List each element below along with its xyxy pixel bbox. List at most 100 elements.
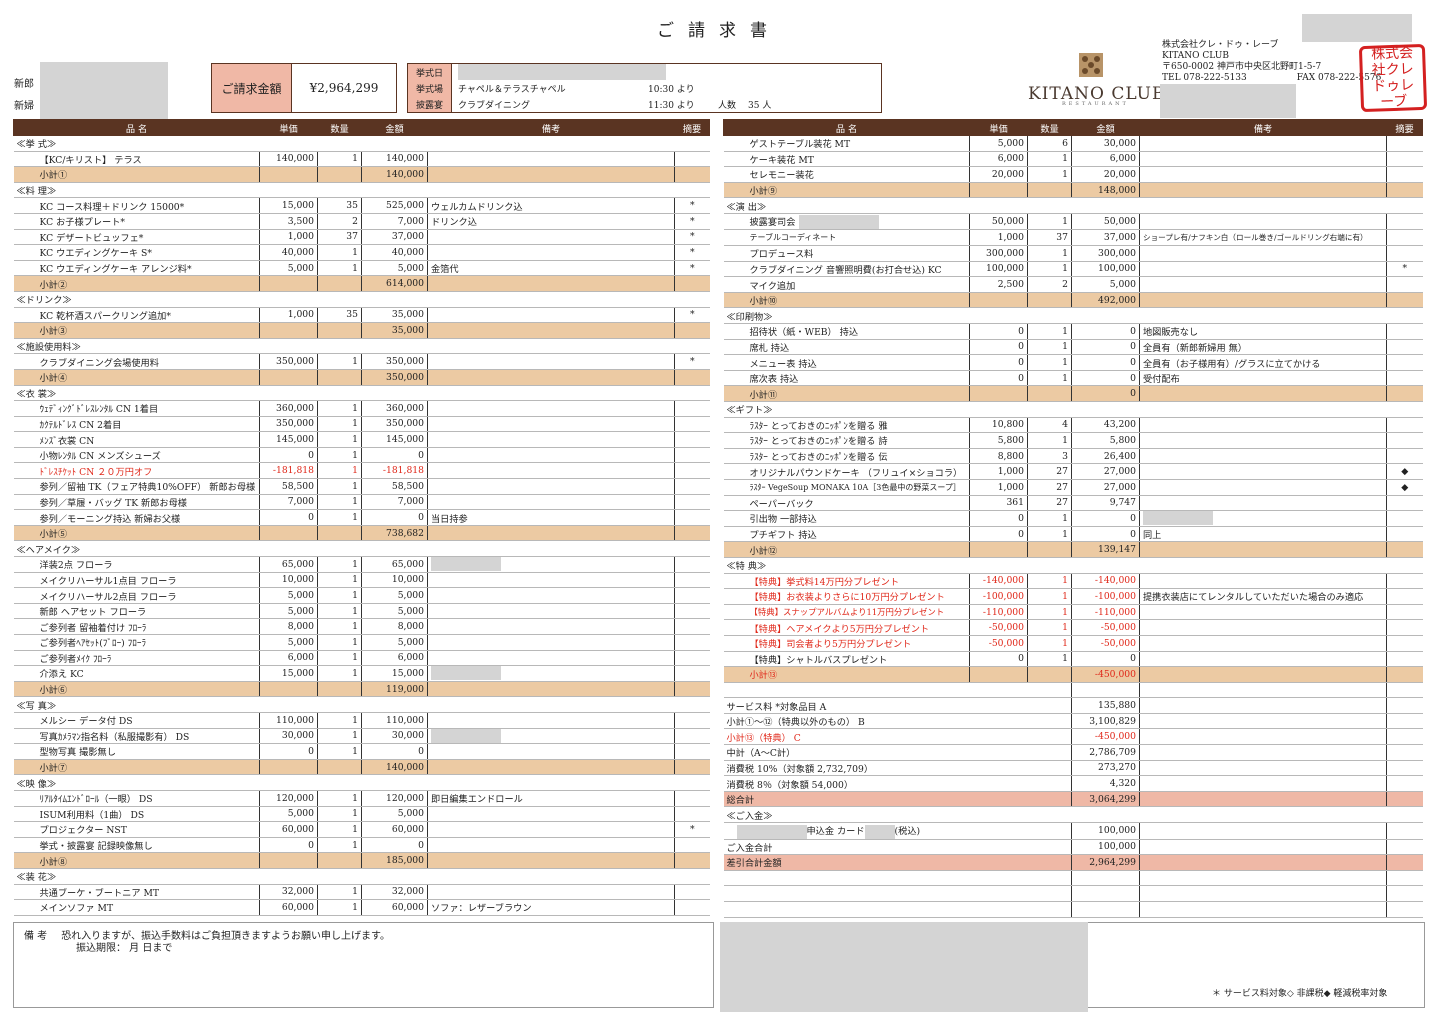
quantity [317,852,362,869]
item-name: メルシー データ付 DS [13,712,260,729]
mark [1386,151,1423,168]
table-row: 共通ブーケ・ブートニア MT 32,000 1 32,000 [13,884,710,901]
amount: 350,000 [361,353,428,370]
table-row: ﾗｽﾀｰ とっておきのﾆｯﾎﾟﾝを贈る 雅 10,800 4 43,200 [723,417,1423,434]
note [427,743,675,760]
mark: * [674,197,710,214]
summary-label: 消費税 8％（対象額 54,000） [723,775,1072,792]
amount: 7,000 [361,494,428,511]
staff-redaction [1160,84,1296,118]
quantity: 1 [1027,604,1072,621]
blank-cell [1071,870,1140,887]
amount: 7,000 [361,213,428,230]
mark: * [674,307,710,324]
col-note: 備考 [1139,119,1387,136]
quantity: 1 [317,462,362,480]
mark [674,852,710,869]
quantity: 1 [317,556,362,573]
note [427,728,675,745]
amount: 6,000 [1071,151,1140,168]
table-row: 型物写真 撮影無し 0 1 0 [13,743,710,760]
unit-price: 8,000 [259,618,318,635]
section-title: ≪衣 裳≫ [13,385,710,402]
quantity: 1 [1027,573,1072,590]
unit-price: 5,000 [259,260,318,277]
unit-price: 15,000 [259,665,318,682]
subtotal-label: 小計① [13,166,260,183]
note [427,166,675,183]
unit-price: 5,000 [259,634,318,651]
quantity: 1 [1027,370,1072,387]
item-name-text: 招待状（紙・WEB） 持込 [749,327,859,339]
total-row: 差引合計金額 2,964,299 [723,854,1423,871]
unit-price: -181,818 [259,462,318,480]
item-name-text: 挙式・披露宴 記録映像無し [39,841,153,853]
item-name: 【特典】シャトルバスプレゼント [723,651,970,668]
note [427,650,675,667]
amount: 6,000 [361,650,428,667]
unit-price: 6,000 [259,650,318,667]
note-cell [1139,775,1387,792]
amount: 5,000 [361,634,428,651]
unit-price: 100,000 [969,261,1028,278]
amount-value: ¥2,964,299 [309,81,379,95]
subtotal-row: 小計③ 35,000 [13,322,710,339]
event-box: 挙式日 挙式場 チャペル＆テラスチャペル 10:30 より 披露宴 クラブダイニ… [407,63,882,113]
item-name: 席次表 持込 [723,370,970,387]
table-header: 品 名 単価 数量 金額 備考 摘要 [723,119,1423,136]
item-name: 写真ｶﾒﾗﾏﾝ指名料（私服撮影有） DS [13,728,260,745]
mark [1386,635,1423,652]
note [1139,604,1387,621]
amount: 0 [1071,323,1140,340]
blank-cell [1139,870,1387,887]
amount: 139,147 [1071,541,1140,558]
mark: * [674,244,710,261]
quantity [317,759,362,776]
mark-cell [1386,713,1423,730]
mark [1386,245,1423,262]
item-name-text: メルシー データ付 DS [39,716,133,728]
mark-cell [1386,697,1423,714]
amount: 5,000 [361,587,428,604]
item-name: 【特典】ヘアメイクより5万円分プレゼント [723,619,970,636]
quantity: 1 [1027,261,1072,278]
amount: -110,000 [1071,604,1140,621]
amount: 145,000 [361,431,428,448]
item-name-text: 小計④ [39,373,68,385]
page-title: ご請求書 [657,21,781,41]
mark-cell [1386,775,1423,792]
item-name: メインソファ MT [13,899,260,916]
unit-price: 0 [969,510,1028,527]
item-name: ﾒﾝｽﾞ衣裳 CN [13,431,260,448]
mark [1386,495,1423,512]
note [427,229,675,246]
note-cell [1139,713,1387,730]
quantity: 1 [317,244,362,261]
note [1139,619,1387,636]
item-name-text: 席札 持込 [749,342,790,354]
mark: * [674,353,710,370]
item-name-text: ﾒﾝｽﾞ衣裳 CN [39,435,95,447]
amount: 140,000 [361,759,428,776]
note-cell [1139,760,1387,777]
amount: 10,000 [361,572,428,589]
quantity: 4 [1027,417,1072,434]
mark-cell [1386,791,1423,808]
unit-price: 5,000 [969,135,1028,152]
summary-row: 消費税 10%（対象額 2,732,709） 273,270 [723,760,1423,777]
quantity [1027,385,1072,402]
quantity: 2 [1027,276,1072,293]
item-name: 参列／留袖 TK（フェア特典10%OFF） 新郎お母様 [13,478,260,495]
mark-cell [1386,839,1423,856]
amount: 738,682 [361,525,428,542]
quantity: 1 [1027,432,1072,449]
item-name-text: 小計② [39,279,68,291]
col-amount: 金額 [361,119,428,136]
unit-price: 0 [259,743,318,760]
note: ショープレ有/ナフキン白（ロール巻き/ゴールドリング右端に有） [1139,229,1387,247]
note [427,478,675,495]
item-name: プロジェクター NST [13,821,260,838]
unit-price [969,292,1028,309]
quantity: 1 [317,151,362,168]
payment-method: 申込金 カード [806,826,865,838]
